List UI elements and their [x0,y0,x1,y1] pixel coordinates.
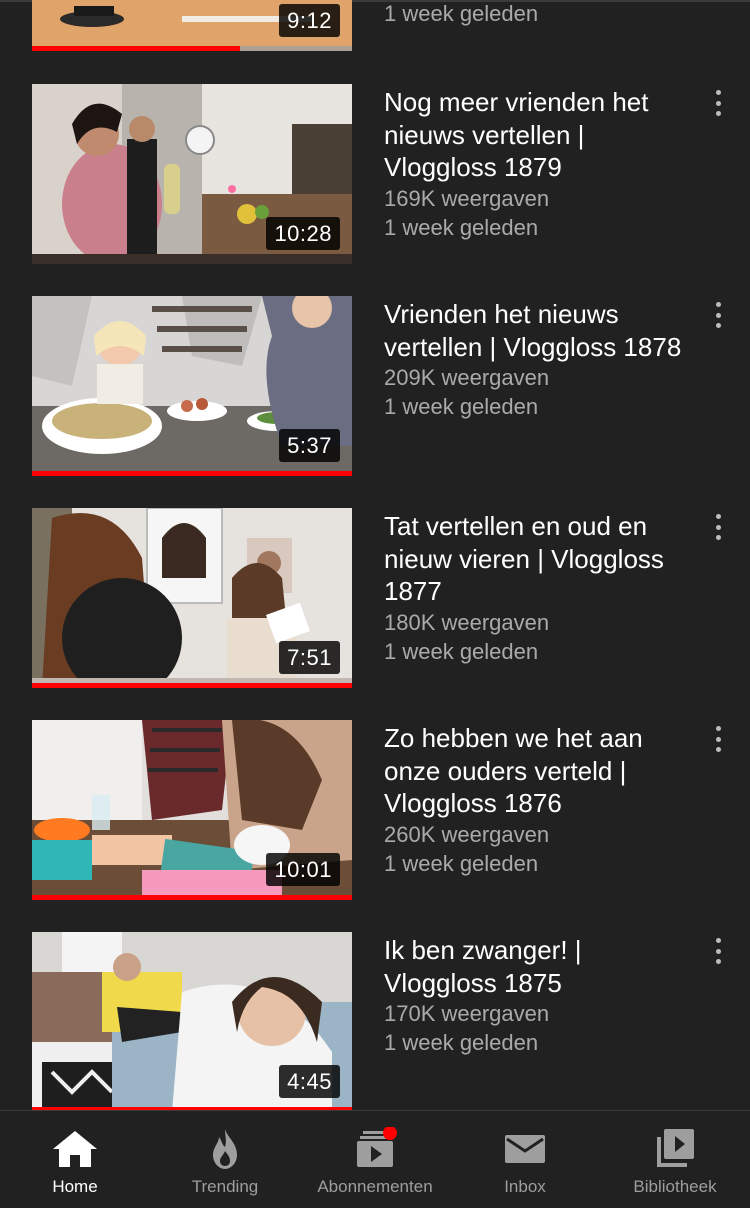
video-duration: 10:01 [266,853,340,886]
video-title[interactable]: Vrienden het nieuws vertellen | Vlogglos… [384,298,684,363]
nav-subscriptions[interactable]: Abonnementen [300,1111,450,1208]
video-meta[interactable]: Zo hebben we het aan onze ouders verteld… [384,722,684,878]
video-item[interactable]: 10:28 Nog meer vrienden het nieuws verte… [0,84,750,296]
video-title[interactable]: Ik ben zwanger! | Vloggloss 1875 [384,934,684,999]
watch-progress-fill [32,895,352,900]
video-title[interactable]: Zo hebben we het aan onze ouders verteld… [384,722,684,820]
video-thumbnail[interactable]: 10:01 [32,720,352,900]
more-options-icon[interactable] [706,512,730,542]
video-age: 1 week geleden [384,850,539,876]
video-views: 209K weergaven [384,365,550,390]
nav-label: Trending [191,1177,259,1196]
video-views: 260K weergaven [384,821,550,847]
video-thumbnail[interactable]: 10:28 [32,84,352,264]
watch-progress-fill [32,683,352,688]
video-item[interactable]: 4:45 Ik ben zwanger! | Vloggloss 1875 17… [0,932,750,1110]
video-views: 170K weergaven [384,1001,550,1026]
video-title[interactable]: Tat vertellen en oud en nieuw vieren | V… [384,510,684,608]
nav-label: Home [52,1177,98,1196]
video-thumbnail[interactable]: 9:12 [32,0,352,51]
watch-progress-track [32,683,352,688]
mail-icon [501,1127,549,1171]
nav-home[interactable]: Home [0,1111,150,1208]
video-duration: 10:28 [266,217,340,250]
watch-progress-fill [32,471,352,476]
watch-progress-fill [32,46,240,51]
video-age: 1 week geleden [384,638,539,664]
nav-label: Inbox [504,1177,546,1196]
video-meta[interactable]: Ik ben zwanger! | Vloggloss 1875 170K we… [384,934,684,1057]
video-item[interactable]: 7:51 Tat vertellen en oud en nieuw viere… [0,508,750,720]
subscriptions-icon [351,1126,399,1171]
video-thumbnail[interactable]: 7:51 [32,508,352,688]
video-duration: 5:37 [279,429,340,462]
nav-label: Abonnementen [317,1177,433,1196]
watch-progress-track [32,471,352,476]
video-age: 1 week geleden [384,1030,539,1055]
flame-icon [201,1127,249,1171]
more-options-icon[interactable] [706,936,730,966]
video-duration: 4:45 [279,1065,340,1098]
video-meta[interactable]: 1 week geleden [384,0,684,28]
video-views: 180K weergaven [384,609,550,635]
video-age: 1 week geleden [384,214,539,240]
video-age: 1 week geleden [384,394,539,419]
more-options-icon[interactable] [706,300,730,330]
video-views: 169K weergaven [384,185,550,211]
nav-label: Bibliotheek [633,1177,717,1196]
nav-inbox[interactable]: Inbox [450,1111,600,1208]
video-item[interactable]: 9:12 1 week geleden [0,0,750,83]
library-icon [651,1127,699,1171]
home-icon [51,1127,99,1171]
video-item[interactable]: 5:37 Vrienden het nieuws vertellen | Vlo… [0,296,750,508]
watch-progress-track [32,46,352,51]
video-thumbnail[interactable]: 5:37 [32,296,352,476]
video-meta[interactable]: Nog meer vrienden het nieuws vertellen |… [384,86,684,242]
video-thumbnail[interactable]: 4:45 [32,932,352,1110]
video-title[interactable]: Nog meer vrienden het nieuws vertellen |… [384,86,684,184]
more-options-icon[interactable] [706,88,730,118]
bottom-navigation: Home Trending Abonnementen Inbox Bibliot… [0,1110,750,1208]
nav-trending[interactable]: Trending [150,1111,300,1208]
video-meta[interactable]: Vrienden het nieuws vertellen | Vlogglos… [384,298,684,421]
nav-library[interactable]: Bibliotheek [600,1111,750,1208]
video-duration: 7:51 [279,641,340,674]
more-options-icon[interactable] [706,724,730,754]
video-meta[interactable]: Tat vertellen en oud en nieuw vieren | V… [384,510,684,666]
video-duration: 9:12 [279,4,340,37]
video-age: 1 week geleden [384,1,539,26]
video-list[interactable]: 9:12 1 week geleden 10:28 Nog meer vrien… [0,0,750,1110]
watch-progress-track [32,895,352,900]
video-item[interactable]: 10:01 Zo hebben we het aan onze ouders v… [0,720,750,932]
